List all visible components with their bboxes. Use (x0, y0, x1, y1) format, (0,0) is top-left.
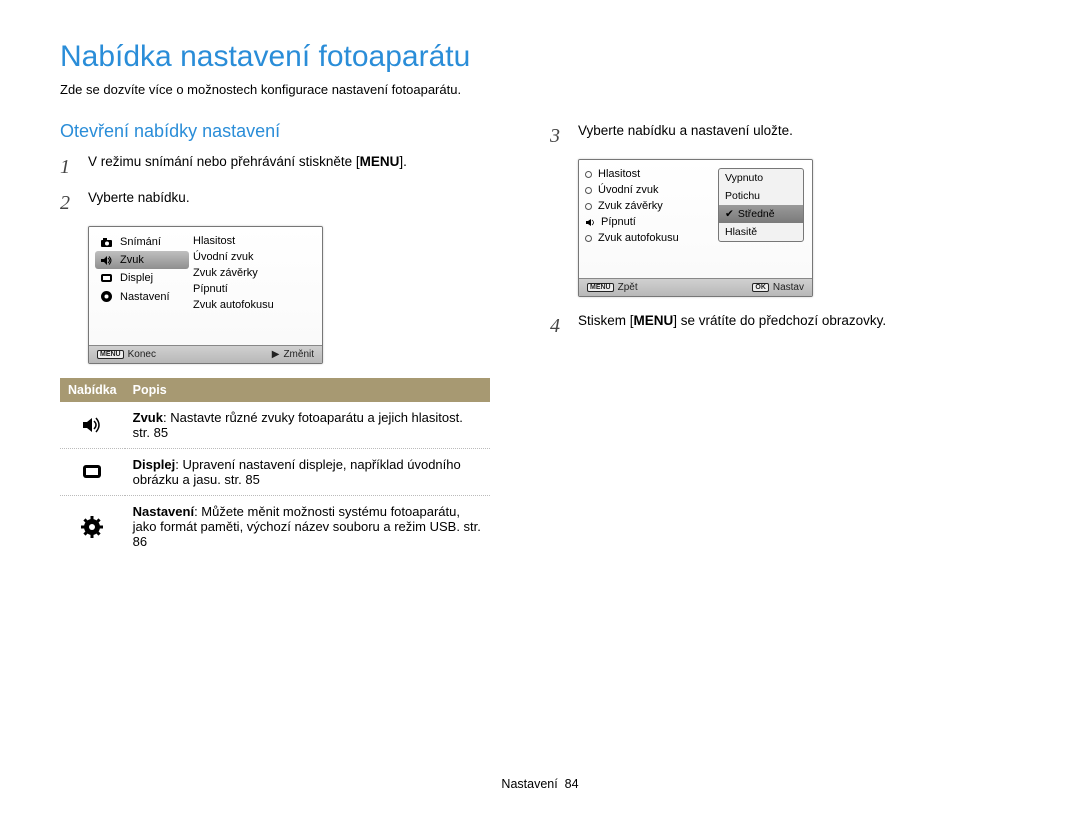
speaker-icon (81, 416, 103, 431)
dropdown-item-selected[interactable]: ✔ Středně (719, 205, 803, 223)
step-1-pre: V režimu snímání nebo přehrávání stiskně… (88, 154, 360, 169)
table-row: Nastavení: Můžete měnit možnosti systému… (60, 496, 490, 558)
bar-right-label: Nastav (773, 282, 804, 293)
dropdown-item[interactable]: Vypnuto (719, 169, 803, 187)
menu-badge: MENU (97, 350, 124, 359)
step-number: 2 (60, 188, 78, 218)
table-row: Displej: Upravení nastavení displeje, na… (60, 449, 490, 496)
speaker-icon (99, 255, 114, 266)
bar-left-label: Konec (128, 349, 156, 360)
play-icon: ▶ (272, 349, 280, 360)
menu-item-label: Displej (120, 272, 153, 284)
option-label: Zvuk závěrky (598, 200, 663, 212)
option-label: Zvuk autofokusu (598, 232, 679, 244)
menu-item-zvuk[interactable]: Zvuk (95, 251, 189, 269)
option-label: Úvodní zvuk (598, 184, 659, 196)
table-header-nabidka: Nabídka (60, 378, 125, 402)
menu-item-label: Nastavení (120, 291, 170, 303)
step-4-post: ] se vrátíte do předchozí obrazovky. (673, 313, 886, 328)
camera-lcd-options: Hlasitost Úvodní zvuk Zvuk závěrky Pípnu… (578, 159, 813, 297)
step-1-post: ]. (399, 154, 407, 169)
step-4: 4 Stiskem [MENU] se vrátíte do předchozí… (550, 311, 1000, 341)
dropdown-popup: Vypnuto Potichu ✔ Středně Hlasitě (718, 168, 804, 242)
row-label: Displej (133, 457, 176, 472)
lcd-status-bar: MENU Konec ▶Změnit (89, 345, 322, 363)
camera-lcd-menu: Snímání Zvuk Displej (88, 226, 323, 364)
intro-text: Zde se dozvíte více o možnostech konfigu… (60, 82, 1020, 97)
display-icon (99, 273, 114, 284)
bar-right-label: Změnit (283, 349, 314, 360)
step-2: 2 Vyberte nabídku. (60, 188, 490, 218)
step-3-text: Vyberte nabídku a nastavení uložte. (578, 121, 1000, 151)
step-number: 4 (550, 311, 568, 341)
menu-key: MENU (634, 313, 674, 328)
menu-item-label: Zvuk (120, 254, 144, 266)
dropdown-item[interactable]: Potichu (719, 187, 803, 205)
row-label: Nastavení (133, 504, 194, 519)
row-text: : Nastavte různé zvuky fotoaparátu a jej… (133, 410, 463, 440)
page-title: Nabídka nastavení fotoaparátu (60, 40, 1020, 74)
step-number: 1 (60, 152, 78, 182)
table-row: Zvuk: Nastavte různé zvuky fotoaparátu a… (60, 402, 490, 449)
gear-icon (81, 518, 103, 533)
table-header-popis: Popis (125, 378, 490, 402)
dropdown-item-label: Středně (738, 208, 775, 220)
submenu-item: Pípnutí (193, 281, 318, 297)
page-footer: Nastavení 84 (0, 777, 1080, 791)
bar-left-label: Zpět (618, 282, 638, 293)
menu-key: MENU (360, 154, 400, 169)
step-3: 3 Vyberte nabídku a nastavení uložte. (550, 121, 1000, 151)
dropdown-item[interactable]: Hlasitě (719, 223, 803, 241)
radio-icon (585, 235, 592, 242)
check-icon: ✔ (725, 208, 734, 220)
submenu-item: Hlasitost (193, 233, 318, 249)
step-4-pre: Stiskem [ (578, 313, 634, 328)
menu-item-label: Snímání (120, 236, 161, 248)
step-1: 1 V režimu snímání nebo přehrávání stisk… (60, 152, 490, 182)
option-label: Hlasitost (598, 168, 640, 180)
menu-item-displej[interactable]: Displej (95, 269, 189, 287)
gear-icon (99, 290, 114, 303)
section-title: Otevření nabídky nastavení (60, 121, 490, 142)
row-label: Zvuk (133, 410, 163, 425)
option-label: Pípnutí (601, 216, 636, 228)
submenu-item: Zvuk závěrky (193, 265, 318, 281)
menu-item-snimani[interactable]: Snímání (95, 233, 189, 251)
radio-icon (585, 187, 592, 194)
display-icon (81, 463, 103, 478)
footer-label: Nastavení (501, 777, 557, 791)
submenu-item: Zvuk autofokusu (193, 297, 318, 313)
ok-badge: OK (752, 283, 769, 292)
radio-icon (585, 203, 592, 210)
row-text: : Upravení nastavení displeje, například… (133, 457, 461, 487)
description-table: Nabídka Popis Zvuk: Nastavte různé zvuky… (60, 378, 490, 557)
menu-item-nastaveni[interactable]: Nastavení (95, 287, 189, 306)
menu-badge: MENU (587, 283, 614, 292)
camera-icon (99, 237, 114, 248)
step-2-text: Vyberte nabídku. (88, 188, 490, 218)
step-number: 3 (550, 121, 568, 151)
lcd-status-bar: MENU Zpět OK Nastav (579, 278, 812, 296)
radio-icon (585, 171, 592, 178)
speaker-icon (585, 216, 595, 228)
submenu-item: Úvodní zvuk (193, 249, 318, 265)
footer-page: 84 (565, 777, 579, 791)
